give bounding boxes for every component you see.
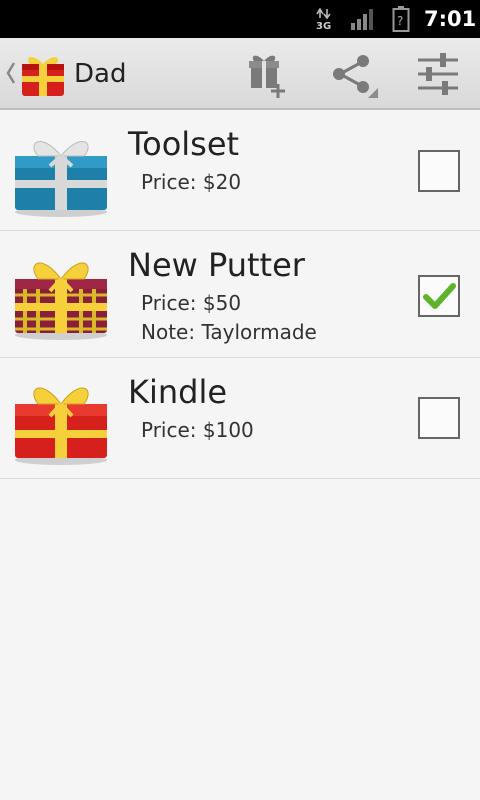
purchased-checkbox[interactable] [418,150,460,192]
status-time: 7:01 [424,7,477,31]
signal-strength-icon [351,9,373,30]
share-icon[interactable] [324,46,380,102]
gift-blue-icon [15,141,107,217]
up-caret-icon[interactable] [5,60,17,86]
svg-text:?: ? [397,14,403,28]
settings-sliders-icon[interactable] [410,46,466,102]
item-note: Note: Taylormade [141,320,317,344]
status-bar: 3G ? 7:01 [0,0,480,38]
network-3g-icon: 3G [316,7,331,31]
svg-text:3G: 3G [316,21,331,31]
item-price: Price: $100 [141,418,254,442]
app-gift-icon[interactable] [18,48,68,98]
action-bar: Dad [0,38,480,110]
battery-unknown-icon: ? [392,6,410,32]
item-name: New Putter [128,246,305,284]
add-gift-icon[interactable] [240,46,296,102]
list-item[interactable]: New Putter Price: $50 Note: Taylormade [0,231,480,358]
gift-plaid-icon [15,262,107,340]
item-name: Kindle [128,373,228,411]
list-item[interactable]: Kindle Price: $100 [0,358,480,479]
list-title: Dad [74,59,127,89]
purchased-checkbox[interactable] [418,397,460,439]
list-item[interactable]: Toolset Price: $20 [0,110,480,231]
purchased-checkbox[interactable] [418,275,460,317]
checkmark-icon [423,283,456,309]
gift-list: Toolset Price: $20 New Putter Price: $50… [0,110,480,479]
item-price: Price: $50 [141,291,242,315]
gift-red-icon [15,387,107,465]
item-name: Toolset [128,125,240,163]
item-price: Price: $20 [141,170,242,194]
